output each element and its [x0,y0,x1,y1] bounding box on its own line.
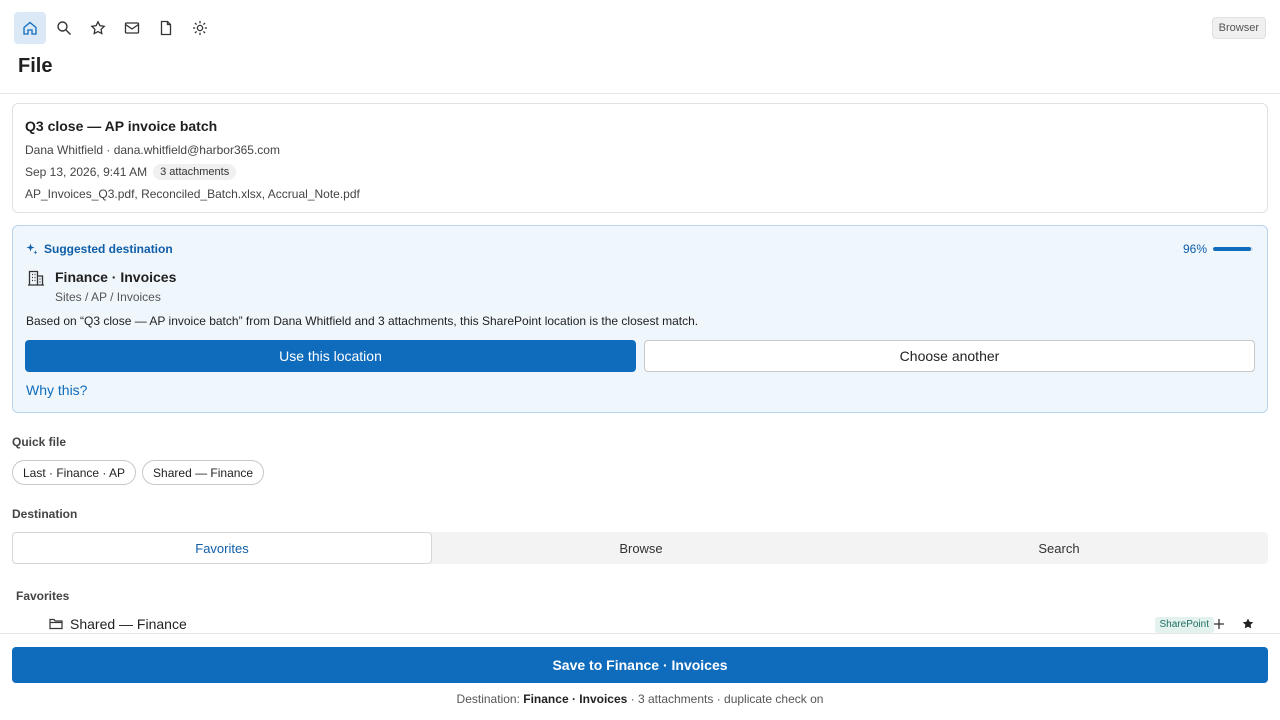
message-date: Sep 13, 2026, 9:41 AM [25,165,148,179]
attachments-badge: 3 attachments [153,164,237,180]
favorite-row[interactable]: Shared — Finance SharePoint [12,613,1268,635]
destination-label: Destination [12,507,78,521]
quick-file-chip[interactable]: Shared — Finance [142,460,265,485]
confidence-meter: 96% [1183,242,1253,256]
message-meta: Sep 13, 2026, 9:41 AM 3 attachments [25,164,1255,180]
page-title: File [18,55,53,77]
destination-name: Finance · Invoices [55,269,177,285]
confidence-fill [1213,247,1252,251]
save-button[interactable]: Save to Finance · Invoices [12,647,1268,683]
footer: Save to Finance · Invoices Destination: … [0,633,1280,720]
home-icon[interactable] [14,12,46,44]
message-subject: Q3 close — AP invoice batch [25,118,218,134]
footer-note-suffix: · 3 attachments · duplicate check on [630,692,824,706]
message-sender: Dana Whitfield · dana.whitfield@harbor36… [25,142,1255,158]
confidence-track [1213,247,1253,251]
attachment-names: AP_Invoices_Q3.pdf, Reconciled_Batch.xls… [25,187,360,201]
footer-note: Destination: Finance · Invoices · 3 atta… [0,692,1280,706]
use-location-button[interactable]: Use this location [25,340,636,372]
why-this-link[interactable]: Why this? [26,382,87,398]
choose-another-button[interactable]: Choose another [644,340,1255,372]
star-icon[interactable] [82,12,114,44]
suggestion-heading-text: Suggested destination [44,242,173,256]
star-filled-icon[interactable] [1241,617,1255,631]
suggestion-heading: Suggested destination [26,242,173,256]
document-icon[interactable] [150,12,182,44]
tab-browse[interactable]: Browse [432,532,850,564]
folder-icon [49,618,63,630]
footer-note-prefix: Destination: [456,692,520,706]
footer-note-destination: Finance · Invoices [523,692,628,706]
suggestion-reason: Based on “Q3 close — AP invoice batch” f… [26,314,699,328]
suggestion-card: Suggested destination 96% Finance · Invo… [12,225,1268,413]
tab-favorites[interactable]: Favorites [12,532,432,564]
favorite-name: Shared — Finance [70,616,187,632]
quick-file-chips: Last · Finance · AP Shared — Finance [12,460,265,485]
sharepoint-badge: SharePoint [1154,617,1214,633]
settings-icon[interactable] [184,12,216,44]
add-icon[interactable] [1212,617,1226,631]
quick-file-chip[interactable]: Last · Finance · AP [12,460,137,485]
building-icon [28,270,44,286]
top-bar: Browser File [0,0,1280,94]
attachment-list: AP_Invoices_Q3.pdf, Reconciled_Batch.xls… [25,186,1255,202]
tab-search[interactable]: Search [850,532,1268,564]
search-icon[interactable] [48,12,80,44]
sparkle-icon [26,243,38,255]
mode-badge: Browser [1211,17,1266,39]
destination-path: Sites / AP / Invoices [55,290,161,304]
favorites-section-label: Favorites [16,589,70,603]
message-card: Q3 close — AP invoice batch Dana Whitfie… [12,103,1268,213]
nav-icon-row [14,12,216,44]
destination-tabs: Favorites Browse Search [12,532,1268,564]
mail-icon[interactable] [116,12,148,44]
quick-file-label: Quick file [12,435,67,449]
confidence-value: 96% [1182,242,1207,256]
sender-text: Dana Whitfield · dana.whitfield@harbor36… [25,143,280,157]
